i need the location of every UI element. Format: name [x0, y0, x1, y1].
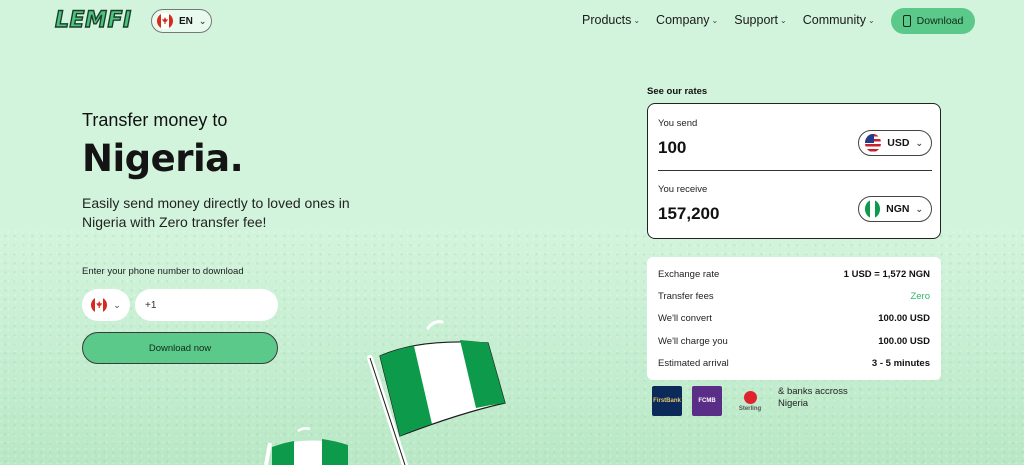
detail-value: Zero [910, 291, 930, 303]
rate-converter: You send 100 USD ⌄ You receive 157,200 N… [647, 103, 941, 239]
nav-company[interactable]: Company ⌄ [656, 13, 718, 27]
receive-currency-code: NGN [886, 203, 910, 215]
download-now-button[interactable]: Download now [82, 332, 278, 364]
nigeria-flag-illustration [367, 320, 506, 465]
banks-text: & banks accross Nigeria [778, 386, 848, 409]
nav-community-label: Community [802, 13, 866, 27]
hero-subtitle: Transfer money to [82, 110, 228, 130]
sterling-label: Sterling [738, 405, 762, 412]
detail-row: We'll convert 100.00 USD [658, 308, 930, 330]
canada-flag-icon [91, 297, 108, 313]
chevron-down-icon: ⌄ [780, 15, 787, 25]
receive-label: You receive [658, 184, 708, 195]
chevron-down-icon: ⌄ [915, 137, 923, 148]
receive-row: You receive 157,200 NGN ⌄ [658, 170, 932, 234]
nigeria-flag-illustration-small [264, 427, 348, 465]
hero: Transfer money to Nigeria. Easily send m… [82, 110, 372, 232]
phone-label: Enter your phone number to download [82, 266, 244, 277]
chevron-down-icon: ⌄ [867, 15, 875, 25]
detail-key: Estimated arrival [658, 358, 729, 370]
nav-support[interactable]: Support ⌄ [734, 13, 786, 27]
logo[interactable]: LEMFI [54, 7, 132, 33]
chevron-down-icon: ⌄ [915, 203, 923, 214]
language-label: EN [179, 15, 193, 27]
receive-currency-selector[interactable]: NGN ⌄ [858, 196, 932, 222]
nav-products[interactable]: Products ⌄ [582, 13, 640, 27]
phone-input[interactable] [135, 289, 278, 321]
hero-description: Easily send money directly to loved ones… [82, 195, 350, 230]
rates-heading: See our rates [647, 86, 708, 97]
sterling-logo: Sterling [732, 386, 768, 416]
detail-value: 100.00 USD [878, 335, 930, 347]
nav-community[interactable]: Community ⌄ [803, 13, 875, 27]
detail-row: Transfer fees Zero [658, 285, 930, 307]
detail-row: We'll charge you 100.00 USD [658, 330, 930, 352]
nav-company-label: Company [656, 13, 710, 27]
detail-key: We'll convert [658, 313, 712, 325]
chevron-down-icon: ⌄ [113, 299, 121, 310]
detail-key: Exchange rate [658, 268, 720, 280]
detail-row: Exchange rate 1 USD = 1,572 NGN [658, 263, 930, 285]
header-download-label: Download [916, 15, 964, 27]
nigeria-flag-icon [865, 200, 881, 218]
fcmb-logo: FCMB [692, 386, 722, 416]
canada-flag-icon [157, 13, 173, 29]
firstbank-logo: FirstBank [652, 386, 682, 416]
hero-title: Nigeria. [82, 137, 244, 180]
chevron-down-icon: ⌄ [198, 15, 207, 26]
transfer-details-card: Exchange rate 1 USD = 1,572 NGN Transfer… [647, 257, 941, 380]
send-currency-selector[interactable]: USD ⌄ [858, 130, 932, 156]
nav-support-label: Support [734, 13, 779, 27]
detail-key: We'll charge you [658, 335, 728, 347]
receive-amount[interactable]: 157,200 [658, 204, 719, 224]
partner-banks: FirstBank FCMB Sterling & banks accross … [652, 386, 858, 416]
send-row: You send 100 USD ⌄ [658, 104, 932, 168]
us-flag-icon [865, 134, 882, 152]
detail-value: 1 USD = 1,572 NGN [843, 268, 930, 280]
chevron-down-icon: ⌄ [711, 15, 719, 25]
detail-value: 3 - 5 minutes [871, 358, 930, 370]
country-code-selector[interactable]: ⌄ [82, 289, 130, 321]
detail-row: Estimated arrival 3 - 5 minutes [658, 353, 930, 375]
language-selector[interactable]: EN ⌄ [151, 9, 212, 33]
send-amount-input[interactable]: 100 [658, 138, 686, 158]
detail-key: Transfer fees [658, 291, 714, 303]
send-currency-code: USD [887, 137, 910, 149]
header: LEMFI EN ⌄ Products ⌄ Company ⌄ Support ⌄ C… [0, 0, 1024, 42]
phone-icon [902, 15, 911, 27]
send-label: You send [658, 118, 698, 129]
nav-products-label: Products [582, 13, 632, 27]
main-nav: Products ⌄ Company ⌄ Support ⌄ Community ⌄ [582, 13, 875, 27]
sterling-dot-icon [743, 390, 757, 404]
chevron-down-icon: ⌄ [633, 15, 641, 25]
detail-value: 100.00 USD [878, 313, 930, 325]
header-download-button[interactable]: Download [891, 8, 975, 34]
